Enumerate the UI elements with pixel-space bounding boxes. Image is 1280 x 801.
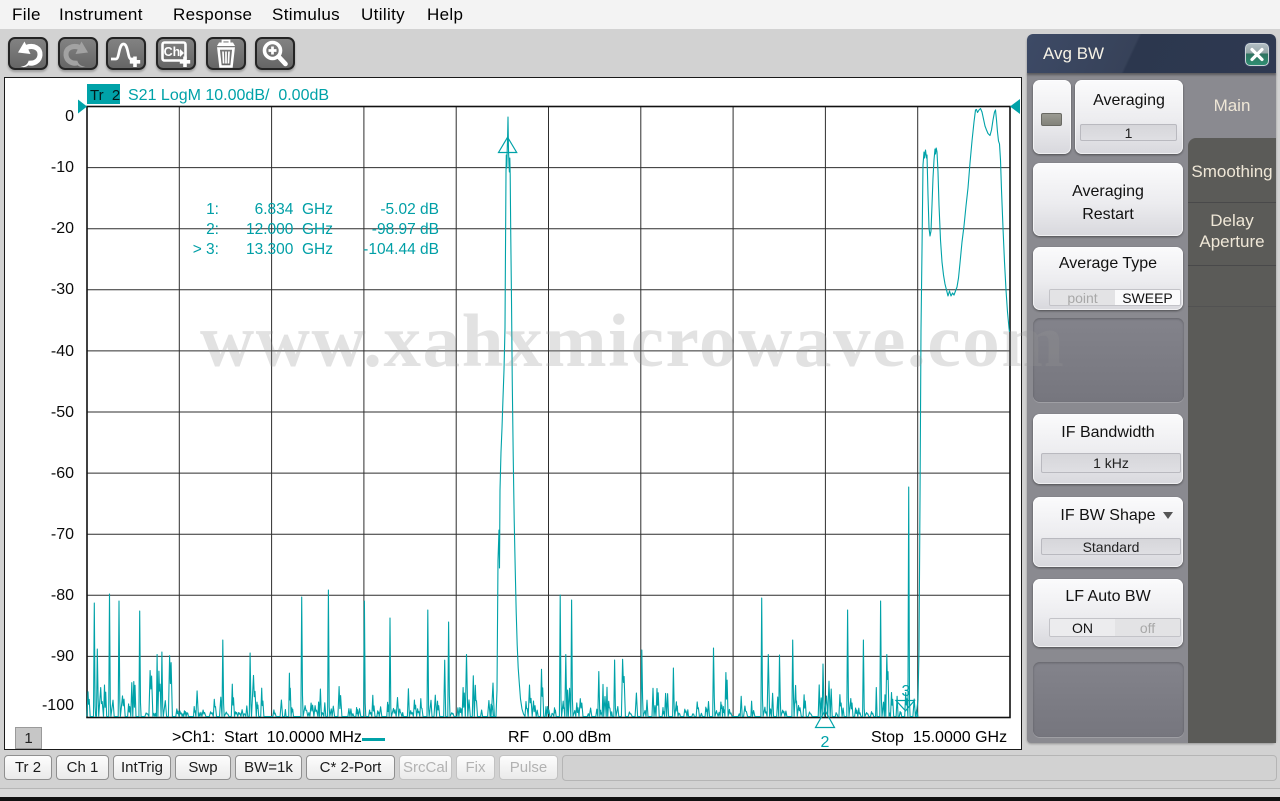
svg-text:Ch: Ch [164,45,181,59]
